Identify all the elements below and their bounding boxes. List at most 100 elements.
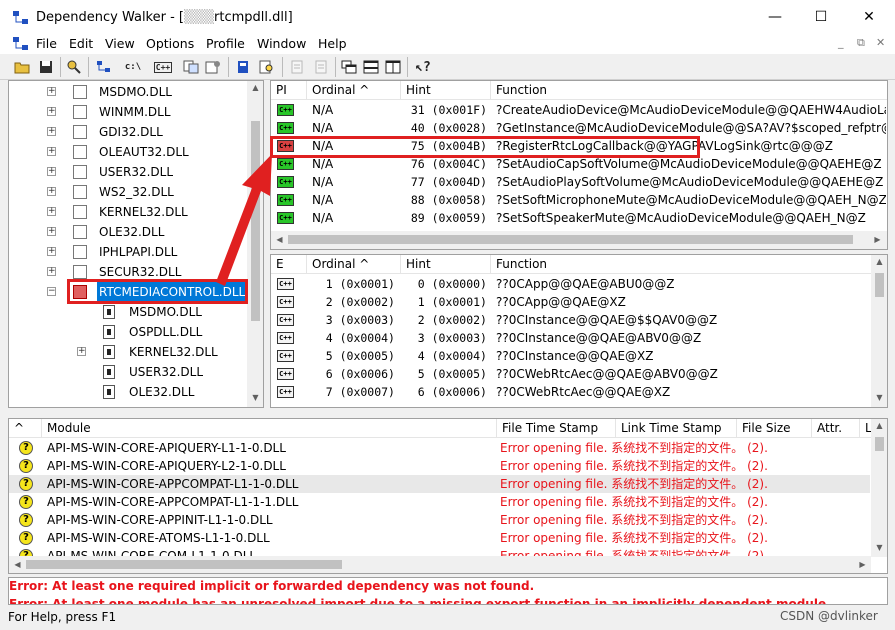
import-row[interactable]: C++ N/A 89 (0x0059) ?SetSoftSpeakerMute@McA… — [271, 209, 887, 227]
prev-icon[interactable] — [287, 57, 307, 77]
tree-item[interactable]: USER32.DLL — [9, 362, 245, 382]
exports-col-function[interactable]: Function — [491, 255, 872, 274]
modules-scrollbar[interactable]: ▲ ▼ — [871, 419, 887, 557]
export-row[interactable]: C++ 7 (0x0007) 6 (0x0006) ??0CWebRtcAec@@QA… — [271, 383, 869, 401]
mdi-restore-button[interactable]: ⧉ — [857, 36, 865, 50]
menu-window[interactable]: Window — [257, 36, 306, 51]
expand-icon[interactable]: + — [47, 227, 56, 236]
expand-icon[interactable]: + — [47, 187, 56, 196]
mdi-child-icon[interactable] — [13, 37, 29, 51]
expand-icon[interactable]: + — [47, 247, 56, 256]
minimize-button[interactable]: — — [752, 0, 798, 34]
expand-icon[interactable]: + — [47, 207, 56, 216]
collapse-icon[interactable]: − — [47, 287, 56, 296]
help-context-icon[interactable]: ↖? — [413, 57, 433, 77]
open-folder-icon[interactable] — [12, 57, 32, 77]
module-icon — [73, 225, 87, 239]
modules-col-icon[interactable]: ^ — [9, 419, 42, 438]
tree-item[interactable]: OSPDLL.DLL — [9, 322, 245, 342]
imports-col-hint[interactable]: Hint — [401, 81, 491, 100]
mdi-minimize-button[interactable]: _ — [838, 36, 844, 49]
tree-item[interactable]: + KERNEL32.DLL — [9, 342, 245, 362]
exports-pane[interactable]: E Ordinal ^ Hint Function C++ 1 (0x0001) 0… — [270, 254, 888, 408]
menu-options[interactable]: Options — [146, 36, 194, 51]
tree-item[interactable]: + WINMM.DLL — [9, 102, 245, 122]
export-ordinal: 2 (0x0002) — [325, 295, 395, 309]
cpp-undecorate-icon[interactable]: C++ — [153, 57, 173, 77]
missing-module-icon: ? — [19, 513, 33, 527]
cascade-icon[interactable] — [339, 57, 359, 77]
expand-icon[interactable]: + — [47, 107, 56, 116]
next-icon[interactable] — [311, 57, 331, 77]
import-hint: 31 (0x001F) — [410, 103, 487, 117]
maximize-button[interactable]: ☐ — [798, 0, 844, 34]
menu-file[interactable]: File — [36, 36, 57, 51]
tree-icon[interactable] — [94, 57, 114, 77]
tree-item-label: USER32.DLL — [129, 365, 204, 379]
modules-col-module[interactable]: Module — [42, 419, 497, 438]
module-list-pane[interactable]: ^ Module File Time Stamp Link Time Stamp… — [8, 418, 888, 574]
import-row[interactable]: C++ N/A 31 (0x001F) ?CreateAudioDevice@McAu… — [271, 101, 887, 119]
export-row[interactable]: C++ 2 (0x0002) 1 (0x0001) ??0CApp@@QAE@XZ — [271, 293, 869, 311]
path-icon[interactable]: c:\ — [123, 57, 143, 77]
export-row[interactable]: C++ 4 (0x0004) 3 (0x0003) ??0CInstance@@QAE… — [271, 329, 869, 347]
modules-col-link-time-stamp[interactable]: Link Time Stamp — [616, 419, 737, 438]
imports-col-ordinal[interactable]: Ordinal ^ — [307, 81, 401, 100]
module-row[interactable]: ? API-MS-WIN-CORE-APIQUERY-L1-1-0.DLL Erro… — [9, 439, 870, 457]
modules-hscrollbar[interactable]: ◀ ▶ — [9, 556, 871, 573]
profile-icon[interactable] — [233, 57, 253, 77]
tree-item[interactable]: MSDMO.DLL — [9, 302, 245, 322]
module-row[interactable]: ? API-MS-WIN-CORE-ATOMS-L1-1-0.DLL Error o… — [9, 529, 870, 547]
import-row[interactable]: C++ N/A 40 (0x0028) ?GetInstance@McAudioDev… — [271, 119, 887, 137]
mdi-close-button[interactable]: ✕ — [876, 36, 885, 49]
imports-hscrollbar[interactable]: ◀ ▶ — [271, 231, 887, 249]
export-row[interactable]: C++ 1 (0x0001) 0 (0x0000) ??0CApp@@QAE@ABU0… — [271, 275, 869, 293]
search-module-icon[interactable] — [257, 57, 277, 77]
expand-icon[interactable]: + — [77, 347, 86, 356]
copy-icon[interactable] — [181, 57, 201, 77]
export-ordinal: 1 (0x0001) — [325, 277, 395, 291]
export-ordinal: 7 (0x0007) — [325, 385, 395, 399]
expand-icon[interactable]: + — [47, 267, 56, 276]
properties-icon[interactable] — [203, 57, 223, 77]
exports-col-hint[interactable]: Hint — [401, 255, 491, 274]
expand-icon[interactable]: + — [47, 127, 56, 136]
exports-col-ordinal[interactable]: Ordinal ^ — [307, 255, 401, 274]
imports-col-function[interactable]: Function — [491, 81, 887, 100]
log-pane[interactable]: Error: At least one required implicit or… — [8, 577, 888, 605]
modules-col-attr[interactable]: Attr. — [812, 419, 860, 438]
module-icon — [103, 305, 115, 319]
module-icon — [73, 185, 87, 199]
module-row[interactable]: ? API-MS-WIN-CORE-APPCOMPAT-L1-1-1.DLL Err… — [9, 493, 870, 511]
tree-item[interactable]: OLE32.DLL — [9, 382, 245, 402]
module-icon — [73, 125, 87, 139]
menu-profile[interactable]: Profile — [206, 36, 245, 51]
expand-icon[interactable]: + — [47, 87, 56, 96]
imports-col-pi[interactable]: PI — [271, 81, 307, 100]
exports-scrollbar[interactable]: ▲ ▼ — [871, 255, 887, 407]
close-button[interactable]: ✕ — [846, 0, 892, 34]
menu-view[interactable]: View — [105, 36, 135, 51]
tree-item[interactable]: + GDI32.DLL — [9, 122, 245, 142]
module-name: API-MS-WIN-CORE-ATOMS-L1-1-0.DLL — [47, 531, 270, 545]
save-icon[interactable] — [36, 57, 56, 77]
modules-col-file-time-stamp[interactable]: File Time Stamp — [497, 419, 616, 438]
module-row[interactable]: ? API-MS-WIN-CORE-APPINIT-L1-1-0.DLL Error… — [9, 511, 870, 529]
modules-col-file-size[interactable]: File Size — [737, 419, 812, 438]
export-row[interactable]: C++ 3 (0x0003) 2 (0x0002) ??0CInstance@@QAE… — [271, 311, 869, 329]
import-row[interactable]: C++ N/A 77 (0x004D) ?SetAudioPlaySoftVolume… — [271, 173, 887, 191]
expand-icon[interactable]: + — [47, 167, 56, 176]
imports-pane[interactable]: PI Ordinal ^ Hint Function C++ N/A 31 (0x0… — [270, 80, 888, 250]
menu-edit[interactable]: Edit — [69, 36, 93, 51]
export-row[interactable]: C++ 5 (0x0005) 4 (0x0004) ??0CInstance@@QAE… — [271, 347, 869, 365]
tile-horizontal-icon[interactable] — [361, 57, 381, 77]
tile-vertical-icon[interactable] — [383, 57, 403, 77]
tree-item[interactable]: + MSDMO.DLL — [9, 82, 245, 102]
module-row[interactable]: ? API-MS-WIN-CORE-APIQUERY-L2-1-0.DLL Erro… — [9, 457, 870, 475]
find-icon[interactable] — [64, 57, 84, 77]
module-row[interactable]: ? API-MS-WIN-CORE-APPCOMPAT-L1-1-0.DLL Err… — [9, 475, 870, 493]
expand-icon[interactable]: + — [47, 147, 56, 156]
import-row[interactable]: C++ N/A 88 (0x0058) ?SetSoftMicrophoneMute@… — [271, 191, 887, 209]
menu-help[interactable]: Help — [318, 36, 347, 51]
export-row[interactable]: C++ 6 (0x0006) 5 (0x0005) ??0CWebRtcAec@@QA… — [271, 365, 869, 383]
